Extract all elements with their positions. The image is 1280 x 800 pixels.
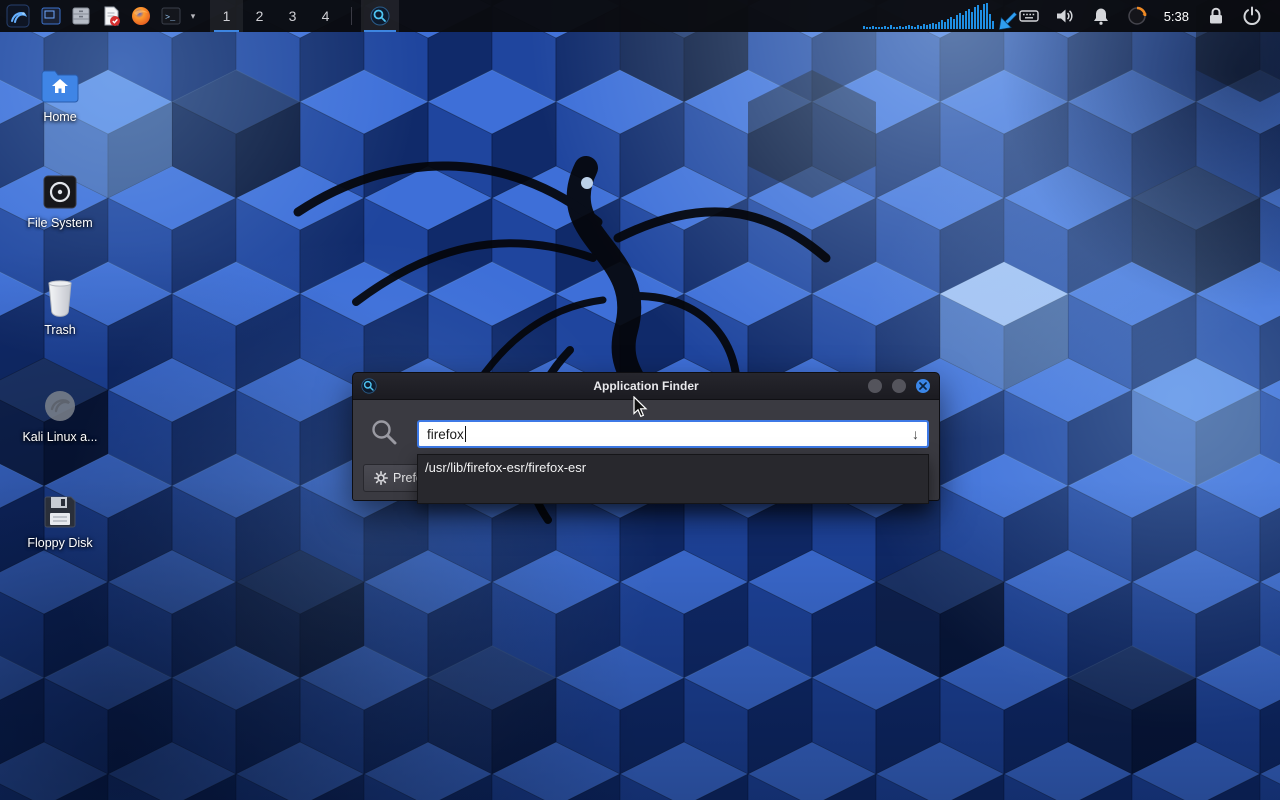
terminal-icon: >_ [160,5,182,27]
text-editor-icon [100,5,122,27]
top-panel: >_ ▾ 1 2 3 4 [0,0,1280,32]
minimize-button[interactable] [868,379,882,393]
keyboard-icon[interactable] [1018,4,1040,28]
search-input[interactable]: firefox ↓ [417,420,929,448]
workspace-button-1[interactable]: 1 [210,0,243,32]
search-input-value: firefox [427,427,464,442]
application-finder-window: Application Finder firefox ↓ [352,372,940,501]
close-button[interactable] [916,379,930,393]
search-icon [369,417,399,447]
kali-docs-icon [41,387,79,425]
taskbar-application-finder-button[interactable] [361,0,399,32]
window-title: Application Finder [353,379,939,393]
terminal-dropdown-chevron[interactable]: ▾ [186,0,200,32]
launcher-file-manager[interactable] [66,0,96,32]
workspace-switcher: 1 2 3 4 [210,0,342,32]
launcher-text-editor[interactable] [96,0,126,32]
notifications-icon[interactable] [1090,4,1112,28]
desktop-icon-home[interactable]: Home [12,63,108,124]
volume-icon[interactable] [1054,4,1076,28]
workspace-label: 1 [223,8,231,24]
desktop-icon-label: Floppy Disk [12,536,108,550]
home-folder-icon [39,67,81,105]
system-tray: 5:38 [863,3,1280,29]
dragon-highlight-dot [581,177,593,189]
application-finder-icon [361,378,377,394]
workspace-button-4[interactable]: 4 [309,0,342,32]
application-finder-icon [370,6,390,26]
workspace-button-3[interactable]: 3 [276,0,309,32]
clock[interactable]: 5:38 [1164,9,1189,24]
svg-text:>_: >_ [165,13,176,23]
power-icon [1241,5,1263,27]
application-finder-body: firefox ↓ Preferences /usr/lib/firefox-e… [352,400,940,501]
text-caret [465,426,466,442]
applications-menu-button[interactable] [0,0,36,32]
window-launcher-icon [40,5,62,27]
firefox-icon [130,5,152,27]
desktop-icon-label: File System [12,216,108,230]
cpu-graph [863,3,995,29]
panel-separator [351,7,352,25]
gear-icon [374,471,388,485]
maximize-button[interactable] [892,379,906,393]
titlebar[interactable]: Application Finder [352,372,940,400]
status-update-icon[interactable] [1126,4,1148,28]
lock-screen-button[interactable] [1205,4,1227,28]
workspace-label: 4 [322,8,330,24]
desktop-icon-label: Trash [12,323,108,337]
launcher-show-desktop[interactable] [36,0,66,32]
desktop-icon-trash[interactable]: Trash [12,276,108,337]
launcher-terminal[interactable]: >_ [156,0,186,32]
floppy-disk-icon [41,493,79,531]
close-icon [919,382,927,390]
workspace-label: 3 [289,8,297,24]
desktop-icon-label: Home [12,110,108,124]
entry-dropdown-icon[interactable]: ↓ [912,427,919,441]
trash-icon [41,278,79,318]
kali-menu-icon [6,4,30,28]
desktop-icon-floppy-disk[interactable]: Floppy Disk [12,489,108,550]
workspace-button-2[interactable]: 2 [243,0,276,32]
file-system-icon [41,173,79,211]
launcher-firefox[interactable] [126,0,156,32]
completion-item[interactable]: /usr/lib/firefox-esr/firefox-esr [418,455,928,479]
desktop-icon-kali-docs[interactable]: Kali Linux a... [12,383,108,444]
desktop-icon-label: Kali Linux a... [12,430,108,444]
workspace-label: 2 [256,8,264,24]
completion-popup: /usr/lib/firefox-esr/firefox-esr [417,454,929,504]
padlock-icon [1205,5,1227,27]
desktop-icon-file-system[interactable]: File System [12,169,108,230]
file-manager-icon [70,5,92,27]
logout-button[interactable] [1241,4,1263,28]
